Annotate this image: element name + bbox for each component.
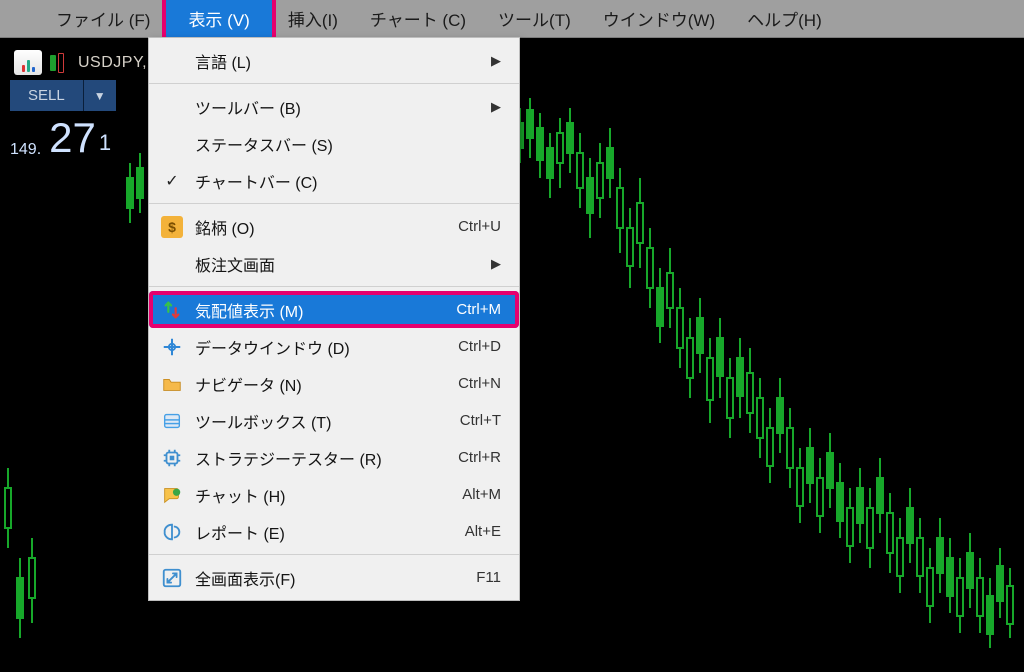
one-click-trade-panel: SELL ▼ 149. 27 1 <box>10 80 116 159</box>
blank-icon <box>161 253 183 275</box>
blank-icon <box>161 96 183 118</box>
menu-insert[interactable]: 挿入(I) <box>272 0 354 37</box>
menu-item-shortcut: Ctrl+M <box>456 301 501 318</box>
menu-file[interactable]: ファイル (F) <box>40 0 166 37</box>
submenu-arrow-icon: ▶ <box>491 53 501 69</box>
menubar: ファイル (F) 表示 (V) 挿入(I) チャート (C) ツール(T) ウイ… <box>0 0 1024 38</box>
menu-item-shortcut: F11 <box>476 569 501 586</box>
menu-item-label: データウインドウ (D) <box>195 335 446 359</box>
fullscreen-icon <box>161 567 183 589</box>
submenu-arrow-icon: ▶ <box>491 99 501 115</box>
chat-bubble-icon <box>161 484 183 506</box>
menu-separator <box>149 203 519 204</box>
menu-tools[interactable]: ツール(T) <box>482 0 587 37</box>
menu-chart[interactable]: チャート (C) <box>354 0 482 37</box>
menu-item-shortcut: Ctrl+T <box>460 412 501 429</box>
cpu-chip-icon <box>161 447 183 469</box>
menu-item-shortcut: Ctrl+R <box>458 449 501 466</box>
menu-item-label: 全画面表示(F) <box>195 566 464 590</box>
menu-item-label: ナビゲータ (N) <box>195 372 446 396</box>
menu-item-label: レポート (E) <box>195 520 453 544</box>
menu-item-report[interactable]: レポート (E) Alt+E <box>149 513 519 550</box>
submenu-arrow-icon: ▶ <box>491 256 501 272</box>
sell-button[interactable]: SELL <box>10 80 84 111</box>
sell-dropdown-toggle[interactable]: ▼ <box>84 80 116 111</box>
menu-item-label: ストラテジーテスター (R) <box>195 446 446 470</box>
up-down-arrows-icon <box>161 299 183 321</box>
menu-item-shortcut: Alt+M <box>462 486 501 503</box>
menu-separator <box>149 286 519 287</box>
menu-item-shortcut: Alt+E <box>465 523 501 540</box>
blank-icon <box>161 133 183 155</box>
menu-item-strategy-tester[interactable]: ストラテジーテスター (R) Ctrl+R <box>149 439 519 476</box>
menu-item-label: チャット (H) <box>195 483 450 507</box>
menu-item-language[interactable]: 言語 (L) ▶ <box>149 42 519 79</box>
menu-item-shortcut: Ctrl+N <box>458 375 501 392</box>
menu-item-label: 銘柄 (O) <box>195 215 446 239</box>
price-big: 27 <box>49 117 96 159</box>
menu-item-label: ツールボックス (T) <box>195 409 448 433</box>
menu-item-label: ツールバー (B) <box>195 95 491 119</box>
menu-item-navigator[interactable]: ナビゲータ (N) Ctrl+N <box>149 365 519 402</box>
menu-item-toolbox[interactable]: ツールボックス (T) Ctrl+T <box>149 402 519 439</box>
menu-window[interactable]: ウインドウ(W) <box>587 0 731 37</box>
price-lead: 149. <box>10 141 41 159</box>
toolbox-icon <box>161 410 183 432</box>
barchart-icon <box>14 50 42 75</box>
menu-item-market-watch[interactable]: 気配値表示 (M) Ctrl+M <box>149 291 519 328</box>
menu-item-shortcut: Ctrl+D <box>458 338 501 355</box>
menu-item-data-window[interactable]: データウインドウ (D) Ctrl+D <box>149 328 519 365</box>
menu-item-label: チャートバー (C) <box>195 169 501 193</box>
candlestick-icon <box>50 52 70 74</box>
menu-help[interactable]: ヘルプ(H) <box>731 0 838 37</box>
menu-item-chartbar[interactable]: チャートバー (C) <box>149 162 519 199</box>
view-menu-dropdown: 言語 (L) ▶ ツールバー (B) ▶ ステータスバー (S) チャートバー … <box>148 37 520 601</box>
menu-item-statusbar[interactable]: ステータスバー (S) <box>149 125 519 162</box>
menu-item-shortcut: Ctrl+U <box>458 218 501 235</box>
bid-price: 149. 27 1 <box>10 117 116 159</box>
menu-item-fullscreen[interactable]: 全画面表示(F) F11 <box>149 559 519 596</box>
app-stage: ファイル (F) 表示 (V) 挿入(I) チャート (C) ツール(T) ウイ… <box>0 0 1024 672</box>
megaphone-icon <box>161 521 183 543</box>
menu-item-toolbars[interactable]: ツールバー (B) ▶ <box>149 88 519 125</box>
menu-item-label: 気配値表示 (M) <box>195 298 444 322</box>
dollar-icon: $ <box>161 216 183 238</box>
menu-item-label: 言語 (L) <box>195 49 491 73</box>
menu-item-chat[interactable]: チャット (H) Alt+M <box>149 476 519 513</box>
menu-view[interactable]: 表示 (V) <box>166 0 271 40</box>
menu-separator <box>149 554 519 555</box>
menu-separator <box>149 83 519 84</box>
folder-icon <box>161 373 183 395</box>
crosshair-icon <box>161 336 183 358</box>
chart-symbol-tag[interactable]: USDJPY, H <box>14 50 164 75</box>
price-small: 1 <box>99 128 111 159</box>
menu-item-depth[interactable]: 板注文画面 ▶ <box>149 245 519 282</box>
check-icon <box>161 170 183 192</box>
blank-icon <box>161 50 183 72</box>
menu-item-symbols[interactable]: $ 銘柄 (O) Ctrl+U <box>149 208 519 245</box>
menu-item-label: 板注文画面 <box>195 252 491 276</box>
menu-item-label: ステータスバー (S) <box>195 132 501 156</box>
